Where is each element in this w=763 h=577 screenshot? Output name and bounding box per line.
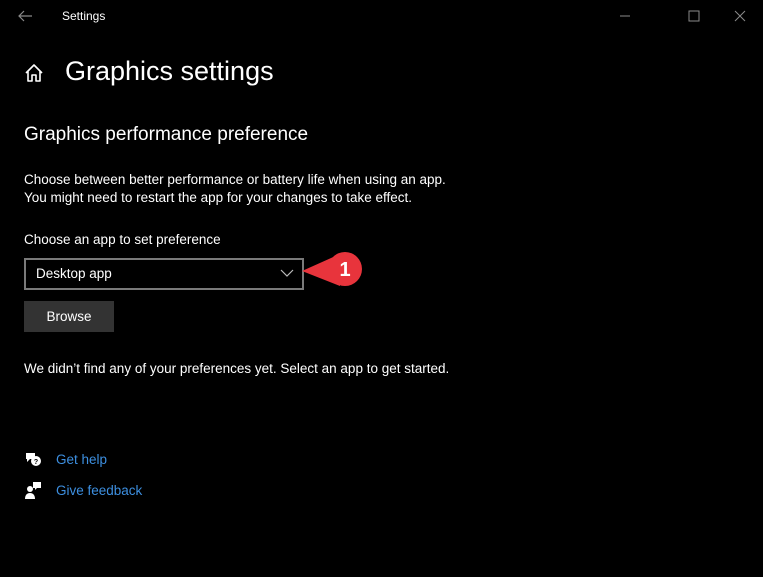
section-title: Graphics performance preference bbox=[24, 124, 309, 145]
get-help-link[interactable]: Get help bbox=[56, 452, 107, 467]
home-button[interactable] bbox=[24, 63, 44, 83]
close-button[interactable] bbox=[717, 0, 763, 32]
empty-preferences-message: We didn’t find any of your preferences y… bbox=[24, 361, 450, 376]
callout-number: 1 bbox=[339, 259, 350, 281]
maximize-button[interactable] bbox=[671, 0, 717, 32]
minimize-button[interactable] bbox=[602, 0, 648, 32]
help-chat-icon: ? bbox=[26, 453, 41, 466]
app-type-dropdown[interactable]: Desktop app bbox=[24, 258, 304, 290]
section-description: Choose between better performance or bat… bbox=[24, 171, 446, 207]
app-chooser-label: Choose an app to set preference bbox=[24, 232, 221, 247]
browse-button[interactable]: Browse bbox=[24, 301, 114, 332]
maximize-icon bbox=[688, 10, 700, 22]
give-feedback-link[interactable]: Give feedback bbox=[56, 483, 142, 498]
dropdown-value: Desktop app bbox=[36, 266, 112, 281]
get-help-row[interactable]: ? Get help bbox=[24, 450, 107, 468]
minimize-icon bbox=[620, 15, 630, 17]
step-callout-marker: 1 bbox=[302, 252, 362, 286]
close-icon bbox=[734, 10, 746, 22]
give-feedback-row[interactable]: Give feedback bbox=[24, 481, 142, 499]
svg-text:?: ? bbox=[34, 459, 38, 466]
title-bar: Settings bbox=[0, 0, 763, 32]
feedback-person-icon bbox=[25, 482, 41, 499]
home-icon bbox=[25, 64, 43, 82]
back-arrow-icon bbox=[18, 10, 32, 22]
back-button[interactable] bbox=[16, 7, 34, 25]
description-line-2: You might need to restart the app for yo… bbox=[24, 190, 412, 205]
description-line-1: Choose between better performance or bat… bbox=[24, 172, 446, 187]
page-title: Graphics settings bbox=[65, 56, 274, 86]
window-title: Settings bbox=[62, 9, 106, 23]
